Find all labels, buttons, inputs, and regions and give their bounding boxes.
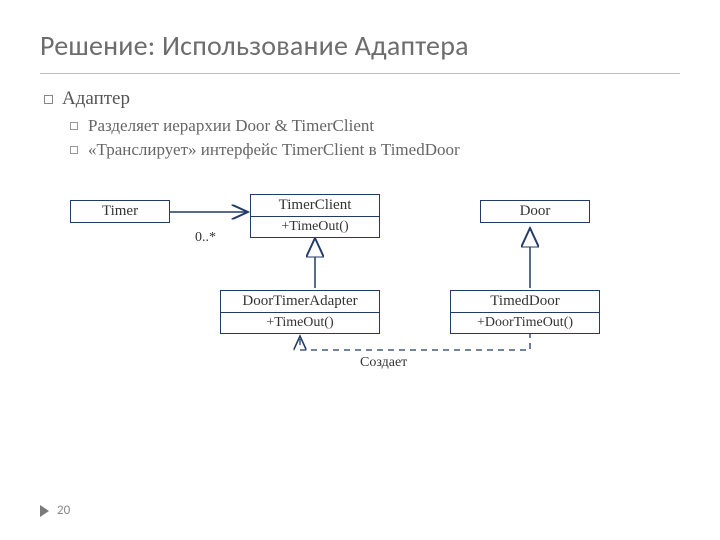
- title-divider: [40, 73, 680, 74]
- class-door-name: Door: [481, 201, 589, 222]
- class-timerclient-name: TimerClient: [251, 195, 379, 216]
- uml-diagram: Timer TimerClient +TimeOut() Door DoorTi…: [40, 180, 680, 420]
- class-doortimeradapter: DoorTimerAdapter +TimeOut(): [220, 290, 380, 334]
- class-timeddoor-name: TimedDoor: [451, 291, 599, 312]
- class-timer-name: Timer: [71, 201, 169, 222]
- bullet-sub-1: Разделяет иерархии Door & TimerClient: [68, 116, 680, 136]
- class-timeddoor-method: +DoorTimeOut(): [451, 313, 599, 333]
- class-timerclient-method: +TimeOut(): [251, 217, 379, 237]
- dependency-label-creates: Создает: [360, 355, 407, 371]
- bullet-sub-2: «Транслирует» интерфейс TimerClient в Ti…: [68, 140, 680, 160]
- slide-footer: 20: [40, 503, 70, 518]
- bullet-sublist: Разделяет иерархии Door & TimerClient «Т…: [68, 116, 680, 160]
- class-adapter-name: DoorTimerAdapter: [221, 291, 379, 312]
- class-timer: Timer: [70, 200, 170, 223]
- class-timerclient: TimerClient +TimeOut(): [250, 194, 380, 238]
- class-door: Door: [480, 200, 590, 223]
- bullet-main: Адаптер: [40, 88, 680, 110]
- class-adapter-method: +TimeOut(): [221, 313, 379, 333]
- page-number: 20: [57, 503, 70, 518]
- page-title: Решение: Использование Адаптера: [40, 28, 680, 63]
- association-multiplicity: 0..*: [195, 230, 216, 246]
- footer-play-icon: [40, 505, 49, 517]
- bullet-list: Адаптер Разделяет иерархии Door & TimerC…: [40, 88, 680, 160]
- class-timeddoor: TimedDoor +DoorTimeOut(): [450, 290, 600, 334]
